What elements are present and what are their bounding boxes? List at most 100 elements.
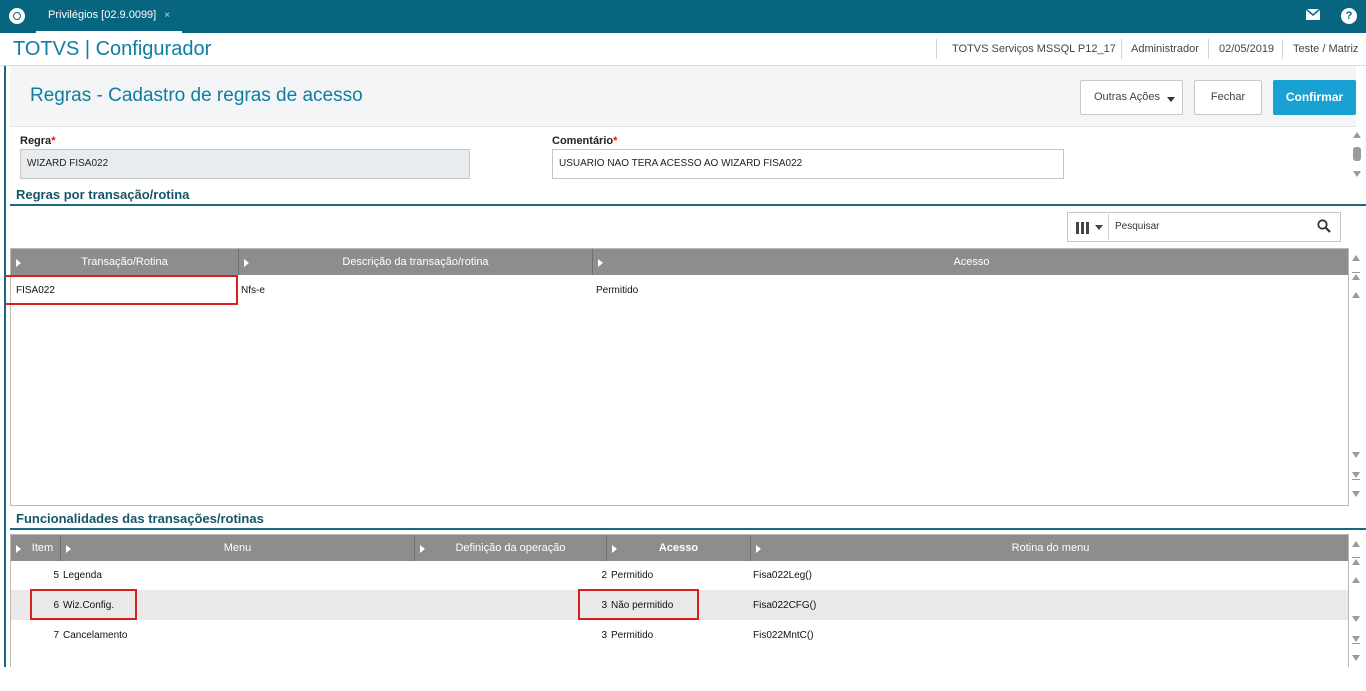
user-label: Administrador (1131, 43, 1199, 55)
section-title-rules: Regras por transação/rotina (16, 187, 190, 202)
page-header: Regras - Cadastro de regras de acesso Ou… (10, 66, 1356, 127)
column-header-operation[interactable]: Definição da operação (415, 535, 607, 561)
form-scrollbar[interactable] (1351, 129, 1363, 181)
scroll-bottom-icon[interactable] (1352, 636, 1360, 642)
scroll-up-icon[interactable] (1353, 132, 1361, 138)
table-cell-access[interactable]: 3 Permitido (595, 630, 653, 641)
column-label: Definição da operação (455, 542, 566, 554)
tab-privilegios[interactable]: Privilégios [02.9.0099] × (36, 0, 183, 33)
table-row[interactable]: 7 Cancelamento (47, 630, 127, 641)
section-divider (10, 528, 1366, 530)
expand-icon (244, 259, 249, 267)
scroll-up-icon[interactable] (1352, 577, 1360, 583)
rule-field[interactable]: WIZARD FISA022 (20, 149, 470, 179)
scroll-up-icon[interactable] (1352, 541, 1360, 547)
search-input[interactable]: Pesquisar (1115, 221, 1159, 232)
other-actions-button[interactable]: Outras Ações (1080, 80, 1183, 115)
expand-icon (66, 545, 71, 553)
chevron-down-icon (1167, 97, 1175, 102)
column-header-menu-routine[interactable]: Rotina do menu (751, 535, 1348, 561)
access-label: Permitido (611, 570, 654, 581)
required-mark: * (613, 135, 618, 147)
scroll-bottom-icon[interactable] (1352, 643, 1360, 644)
scroll-top-icon[interactable] (1352, 272, 1360, 273)
app-title: TOTVS | Configurador (13, 38, 212, 60)
expand-icon (16, 545, 21, 553)
expand-icon (420, 545, 425, 553)
column-label: Acesso (953, 256, 990, 268)
column-header-item[interactable]: Item (11, 535, 61, 561)
page-footer (4, 667, 1366, 691)
column-header-access[interactable]: Acesso (593, 249, 1348, 275)
column-label: Item (31, 542, 54, 554)
tab-label: Privilégios [02.9.0099] (48, 9, 157, 21)
scroll-up-icon[interactable] (1352, 255, 1360, 261)
access-code: 3 (601, 630, 607, 641)
scroll-up-icon[interactable] (1352, 292, 1360, 298)
close-button[interactable]: Fechar (1194, 80, 1262, 115)
table-row[interactable]: 5 Legenda (47, 570, 102, 581)
comment-field[interactable]: USUARIO NAO TERA ACESSO AO WIZARD FISA02… (552, 149, 1064, 179)
scroll-thumb[interactable] (1353, 147, 1361, 161)
totvs-logo-icon[interactable] (9, 8, 25, 24)
help-icon[interactable]: ? (1341, 8, 1357, 24)
tab-close-icon[interactable]: × (164, 10, 170, 21)
highlight-box (30, 589, 137, 620)
divider (1282, 39, 1283, 59)
envelope-icon[interactable] (1305, 8, 1321, 24)
scroll-top-icon[interactable] (1352, 557, 1360, 558)
expand-icon (612, 545, 617, 553)
required-mark: * (51, 135, 56, 147)
column-header-routine[interactable]: Transação/Rotina (11, 249, 239, 275)
expand-icon (16, 259, 21, 267)
column-label: Menu (223, 542, 252, 554)
scroll-down-icon[interactable] (1352, 491, 1360, 497)
highlight-box (578, 589, 699, 620)
functionalities-grid-scrollbar[interactable] (1350, 535, 1362, 667)
rules-grid-scrollbar[interactable] (1350, 249, 1362, 505)
column-header-access[interactable]: Acesso (607, 535, 751, 561)
access-code: 2 (601, 570, 607, 581)
scroll-bottom-icon[interactable] (1352, 479, 1360, 480)
table-cell-routine[interactable]: Fis022MntC() (753, 630, 814, 641)
app-header: TOTVS | Configurador TOTVS Serviços MSSQ… (0, 33, 1366, 66)
scroll-top-icon[interactable] (1352, 559, 1360, 565)
divider (936, 39, 937, 59)
section-divider (10, 204, 1366, 206)
chevron-down-icon (1095, 225, 1103, 230)
search-bar: Pesquisar (1067, 212, 1341, 242)
comment-label: Comentário* (552, 135, 617, 147)
access-label: Permitido (611, 630, 654, 641)
company-label: Teste / Matriz (1293, 43, 1359, 55)
highlight-box (4, 275, 238, 305)
table-cell-access[interactable]: 2 Permitido (595, 570, 653, 581)
divider (1208, 39, 1209, 59)
item-number: 5 (53, 570, 59, 581)
table-cell-routine[interactable]: Fisa022CFG() (753, 600, 816, 611)
table-cell-access[interactable]: Permitido (596, 285, 638, 296)
column-label: Transação/Rotina (81, 256, 168, 268)
column-header-menu[interactable]: Menu (61, 535, 415, 561)
column-label: Rotina do menu (1011, 542, 1090, 554)
table-cell-routine[interactable]: Fisa022Leg() (753, 570, 812, 581)
scroll-down-icon[interactable] (1352, 616, 1360, 622)
scroll-down-icon[interactable] (1353, 171, 1361, 177)
table-cell-description[interactable]: Nfs-e (241, 285, 265, 296)
column-selector-button[interactable] (1069, 214, 1109, 240)
rule-label: Regra* (20, 135, 55, 147)
scroll-down-icon[interactable] (1352, 655, 1360, 661)
menu-label: Legenda (63, 570, 102, 581)
left-frame-line (4, 66, 6, 667)
scroll-top-icon[interactable] (1352, 274, 1360, 280)
expand-icon (756, 545, 761, 553)
scroll-down-icon[interactable] (1352, 452, 1360, 458)
expand-icon (598, 259, 603, 267)
comment-label-text: Comentário (552, 135, 614, 147)
date-label: 02/05/2019 (1219, 43, 1275, 55)
search-icon[interactable] (1317, 219, 1331, 233)
scroll-bottom-icon[interactable] (1352, 472, 1360, 478)
confirm-button[interactable]: Confirmar (1273, 80, 1356, 115)
column-header-description[interactable]: Descrição da transação/rotina (239, 249, 593, 275)
column-label: Descrição da transação/rotina (342, 256, 489, 268)
item-number: 7 (53, 630, 59, 641)
